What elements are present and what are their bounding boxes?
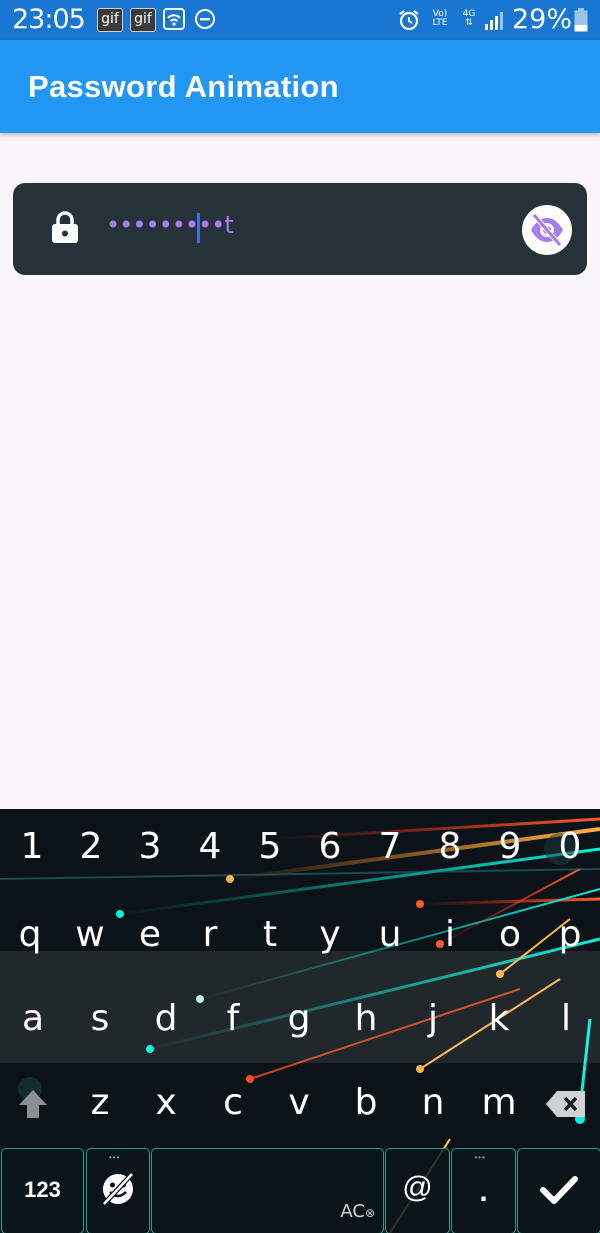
emoji-off-icon bbox=[100, 1171, 136, 1212]
password-input-value[interactable]: •••••••••t bbox=[106, 211, 234, 239]
key-i[interactable]: i bbox=[420, 895, 480, 975]
gif-notification-icon: gif bbox=[97, 8, 123, 32]
signal-icon bbox=[484, 12, 504, 35]
backspace-icon bbox=[546, 1091, 585, 1117]
numbers-symbols-key[interactable]: 123 bbox=[1, 1148, 84, 1233]
key-g[interactable]: g bbox=[269, 979, 329, 1059]
key-y[interactable]: y bbox=[300, 895, 360, 975]
key-z[interactable]: z bbox=[70, 1063, 130, 1143]
key-l[interactable]: l bbox=[536, 979, 596, 1059]
key-4[interactable]: 4 bbox=[180, 812, 240, 882]
at-key[interactable]: @ bbox=[385, 1148, 450, 1233]
key-e[interactable]: e bbox=[120, 895, 180, 975]
key-w[interactable]: w bbox=[60, 895, 120, 975]
page-title: Password Animation bbox=[28, 69, 339, 104]
key-t[interactable]: t bbox=[240, 895, 300, 975]
password-field[interactable]: •••••••••t bbox=[13, 183, 587, 275]
period-key-label: . bbox=[479, 1175, 488, 1208]
settings-key[interactable]: ••• bbox=[86, 1148, 150, 1233]
autocorrect-label: AC bbox=[340, 1201, 365, 1222]
long-press-dots: ••• bbox=[474, 1153, 486, 1162]
toggle-visibility-button[interactable] bbox=[522, 205, 572, 255]
key-9[interactable]: 9 bbox=[480, 812, 540, 882]
at-key-label: @ bbox=[402, 1171, 433, 1204]
space-key[interactable]: AC⊗ bbox=[151, 1148, 384, 1233]
checkmark-icon bbox=[540, 1175, 578, 1210]
enter-key[interactable] bbox=[517, 1148, 600, 1233]
key-s[interactable]: s bbox=[70, 979, 130, 1059]
network-type-label: 4G bbox=[462, 9, 476, 19]
key-o[interactable]: o bbox=[480, 895, 540, 975]
shift-arrow-icon bbox=[19, 1090, 47, 1118]
key-q[interactable]: q bbox=[0, 895, 60, 975]
text-cursor bbox=[197, 213, 200, 243]
key-b[interactable]: b bbox=[336, 1063, 396, 1143]
numbers-key-label: 123 bbox=[24, 1177, 61, 1202]
key-0[interactable]: 0 bbox=[540, 812, 600, 882]
key-j[interactable]: j bbox=[403, 979, 463, 1059]
key-u[interactable]: u bbox=[360, 895, 420, 975]
status-bar: 23:05 gif gif Vo) LTE 4G ⇅ 29% bbox=[0, 0, 600, 40]
wifi-icon bbox=[163, 8, 185, 35]
key-p[interactable]: p bbox=[540, 895, 600, 975]
key-d[interactable]: d bbox=[136, 979, 196, 1059]
volte-icon: Vo) LTE bbox=[428, 10, 452, 28]
lock-icon bbox=[51, 210, 79, 249]
key-h[interactable]: h bbox=[336, 979, 396, 1059]
soft-keyboard: 1 2 3 4 5 6 7 8 9 0 q w e r t y u i o p … bbox=[0, 809, 600, 1233]
key-x[interactable]: x bbox=[136, 1063, 196, 1143]
gif-notification-icon: gif bbox=[130, 8, 156, 32]
key-7[interactable]: 7 bbox=[360, 812, 420, 882]
key-c[interactable]: c bbox=[203, 1063, 263, 1143]
key-f[interactable]: f bbox=[203, 979, 263, 1059]
network-type-icon: 4G ⇅ bbox=[462, 9, 476, 28]
shift-key[interactable] bbox=[3, 1063, 63, 1143]
key-r[interactable]: r bbox=[180, 895, 240, 975]
key-6[interactable]: 6 bbox=[300, 812, 360, 882]
backspace-key[interactable] bbox=[536, 1063, 596, 1143]
volte-label-bottom: LTE bbox=[432, 18, 448, 28]
key-8[interactable]: 8 bbox=[420, 812, 480, 882]
battery-percent: 29% bbox=[512, 4, 573, 35]
key-a[interactable]: a bbox=[3, 979, 63, 1059]
key-1[interactable]: 1 bbox=[2, 812, 62, 882]
key-k[interactable]: k bbox=[469, 979, 529, 1059]
autocorrect-indicator: AC⊗ bbox=[340, 1201, 375, 1222]
long-press-dots: ••• bbox=[109, 1153, 121, 1162]
key-v[interactable]: v bbox=[269, 1063, 329, 1143]
key-n[interactable]: n bbox=[403, 1063, 463, 1143]
status-time: 23:05 bbox=[12, 4, 86, 35]
app-bar: Password Animation bbox=[0, 40, 600, 133]
alarm-icon bbox=[397, 8, 421, 37]
key-2[interactable]: 2 bbox=[61, 812, 121, 882]
do-not-disturb-icon bbox=[194, 8, 216, 35]
key-3[interactable]: 3 bbox=[120, 812, 180, 882]
period-key[interactable]: ••• . bbox=[451, 1148, 516, 1233]
battery-icon bbox=[574, 8, 588, 37]
key-5[interactable]: 5 bbox=[240, 812, 300, 882]
key-m[interactable]: m bbox=[469, 1063, 529, 1143]
